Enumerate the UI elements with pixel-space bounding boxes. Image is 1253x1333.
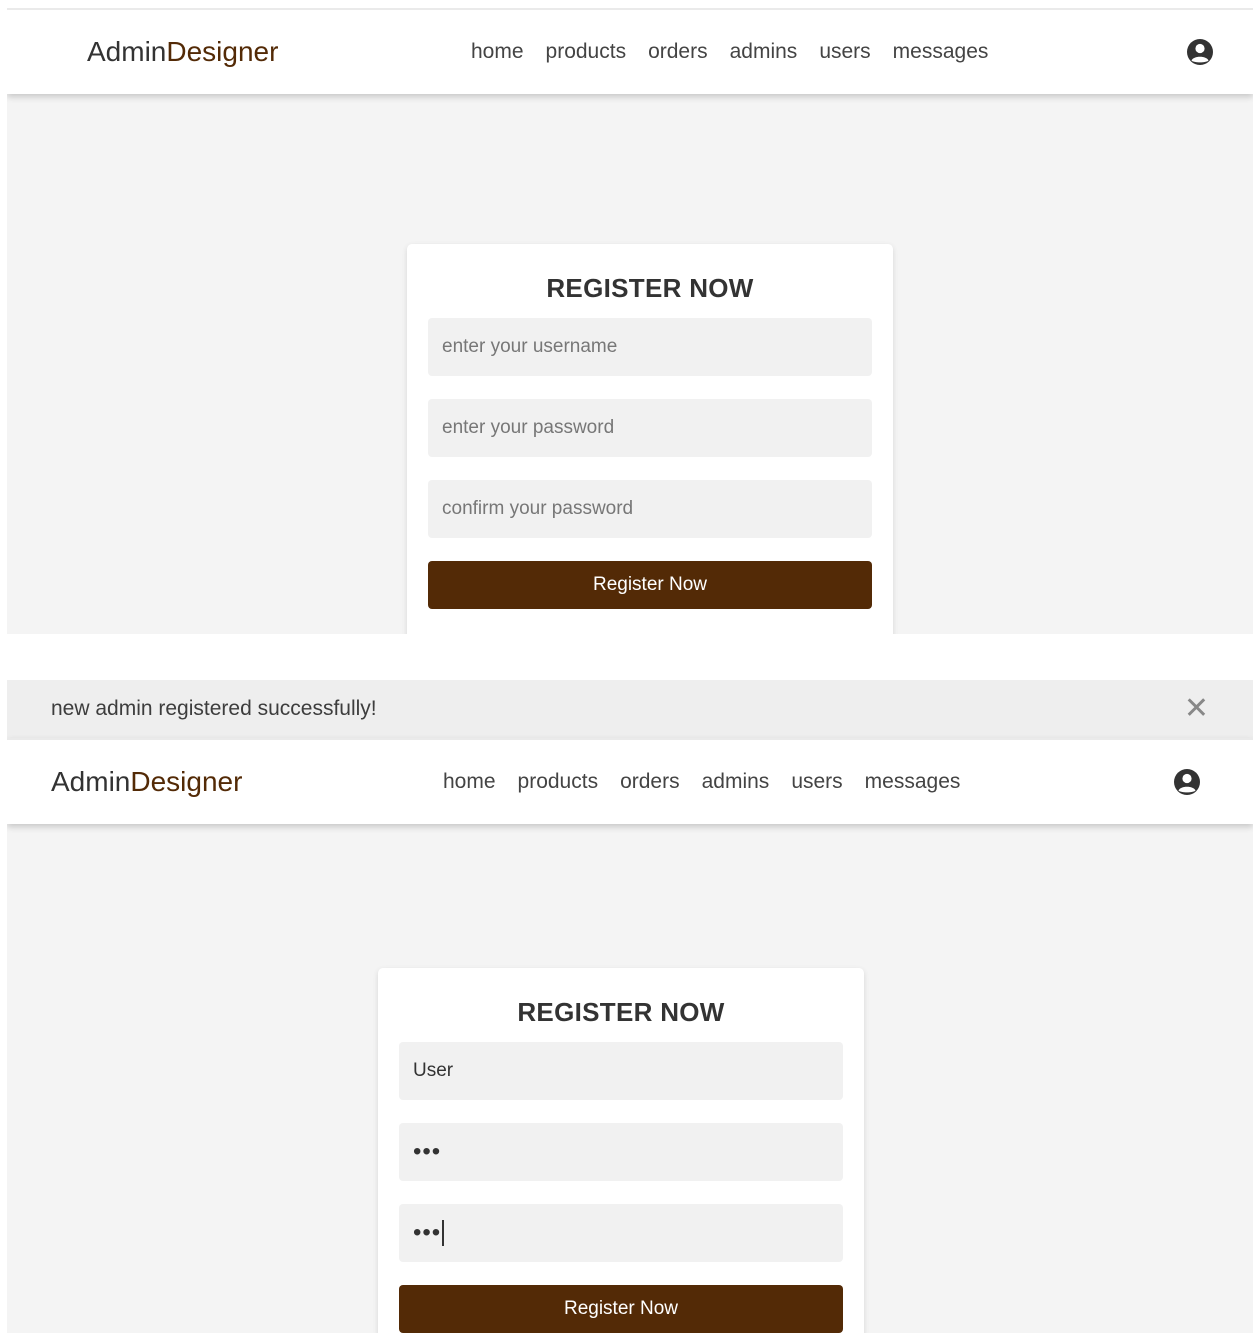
logo-part-designer: Designer [130, 766, 243, 797]
register-card: REGISTER NOW enter your username enter y… [407, 244, 893, 634]
text-caret [442, 1220, 445, 1246]
nav-link-home[interactable]: home [471, 40, 524, 64]
flash-message: new admin registered successfully! ✕ [7, 680, 1253, 738]
nav-link-orders[interactable]: orders [620, 770, 680, 794]
nav-link-users[interactable]: users [791, 770, 842, 794]
flash-message-text: new admin registered successfully! [51, 697, 377, 720]
nav-link-orders[interactable]: orders [648, 40, 708, 64]
username-input[interactable]: enter your username [428, 318, 872, 376]
form-title: REGISTER NOW [546, 273, 754, 303]
nav-link-home[interactable]: home [443, 770, 496, 794]
user-circle-icon[interactable] [1173, 768, 1201, 796]
form-title: REGISTER NOW [517, 997, 725, 1027]
nav-link-admins[interactable]: admins [702, 770, 770, 794]
password-input[interactable]: ••• [399, 1123, 843, 1181]
nav-link-products[interactable]: products [518, 770, 599, 794]
nav-link-admins[interactable]: admins [730, 40, 798, 64]
confirm-password-input[interactable]: confirm your password [428, 480, 872, 538]
confirm-password-input[interactable]: ••• [399, 1204, 843, 1262]
screen-register-success: new admin registered successfully! ✕ Adm… [7, 680, 1253, 1333]
header: AdminDesigner home products orders admin… [7, 8, 1253, 94]
logo[interactable]: AdminDesigner [87, 36, 278, 68]
nav-link-messages[interactable]: messages [893, 40, 989, 64]
password-input[interactable]: enter your password [428, 399, 872, 457]
main-nav: home products orders admins users messag… [471, 40, 988, 64]
logo[interactable]: AdminDesigner [51, 766, 242, 798]
nav-link-products[interactable]: products [546, 40, 627, 64]
header: AdminDesigner home products orders admin… [7, 738, 1253, 824]
logo-part-designer: Designer [166, 36, 279, 67]
screen-register-empty: AdminDesigner home products orders admin… [7, 8, 1253, 634]
register-card: REGISTER NOW User ••• ••• Register Now [378, 968, 864, 1333]
user-circle-icon[interactable] [1186, 38, 1214, 66]
logo-part-admin: Admin [87, 36, 167, 67]
confirm-password-value: ••• [413, 1219, 442, 1246]
main-nav: home products orders admins users messag… [443, 770, 960, 794]
register-button[interactable]: Register Now [399, 1285, 843, 1333]
username-input[interactable]: User [399, 1042, 843, 1100]
logo-part-admin: Admin [51, 766, 131, 797]
nav-link-messages[interactable]: messages [865, 770, 961, 794]
nav-link-users[interactable]: users [819, 40, 870, 64]
register-button[interactable]: Register Now [428, 561, 872, 609]
close-icon[interactable]: ✕ [1184, 694, 1209, 724]
